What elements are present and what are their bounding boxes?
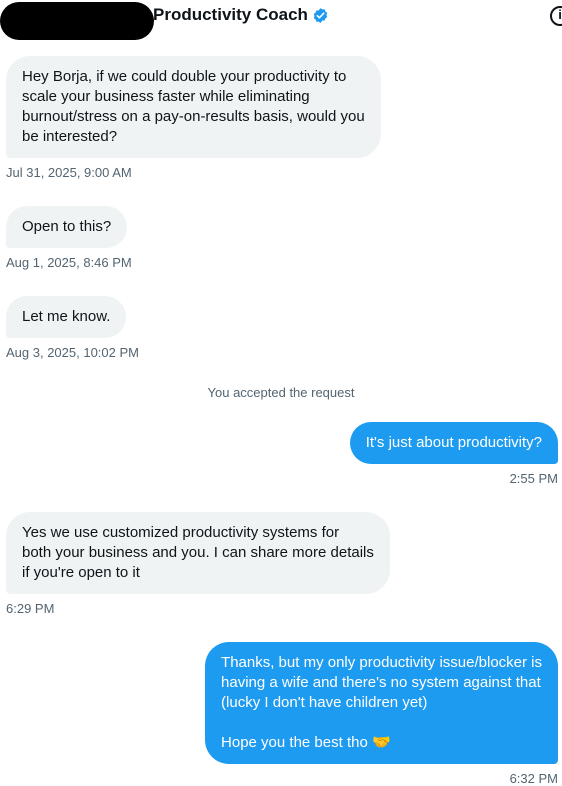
message-bubble-incoming[interactable]: Let me know. xyxy=(6,296,127,338)
message-line: Thanks, but my only productivity issue/b… xyxy=(221,654,542,671)
message-line: Yes we use customized productivity syste… xyxy=(22,524,340,541)
message-line: Hope you the best tho 🤝 xyxy=(221,734,391,751)
message-timestamp: Aug 3, 2025, 10:02 PM xyxy=(6,345,139,360)
message-line: Open to this? xyxy=(22,218,112,235)
conversation-header: Productivity Coach xyxy=(0,0,562,40)
redacted-avatar xyxy=(0,2,154,40)
message-bubble-incoming[interactable]: Open to this? xyxy=(6,206,128,248)
message-line: It's just about productivity? xyxy=(365,434,542,451)
message-line: having a wife and there's no system agai… xyxy=(221,674,541,691)
message-bubble-incoming[interactable]: Yes we use customized productivity syste… xyxy=(6,512,390,594)
message-line: both your business and you. I can share … xyxy=(22,544,374,561)
message-bubble-incoming[interactable]: Hey Borja, if we could double your produ… xyxy=(6,56,381,158)
message-bubble-outgoing[interactable]: Thanks, but my only productivity issue/b… xyxy=(205,642,558,764)
message-line: scale your business faster while elimina… xyxy=(22,88,310,105)
message-bubble-outgoing[interactable]: It's just about productivity? xyxy=(349,422,558,464)
message-line: Hey Borja, if we could double your produ… xyxy=(22,68,347,85)
contact-name[interactable]: Productivity Coach xyxy=(153,5,329,25)
message-timestamp: 2:55 PM xyxy=(509,471,558,486)
message-line: burnout/stress on a pay-on-results basis… xyxy=(22,108,365,125)
info-icon[interactable] xyxy=(550,6,562,26)
message-timestamp: Aug 1, 2025, 8:46 PM xyxy=(6,255,132,270)
message-line: if you're open to it xyxy=(22,564,140,581)
message-timestamp: Jul 31, 2025, 9:00 AM xyxy=(6,165,132,180)
message-line: Let me know. xyxy=(22,308,111,325)
verified-badge-icon xyxy=(313,7,328,23)
system-notice: You accepted the request xyxy=(207,385,355,400)
message-timestamp: 6:29 PM xyxy=(6,601,55,616)
message-timestamp: 6:32 PM xyxy=(509,771,558,786)
message-line: (lucky I don't have children yet) xyxy=(221,694,428,711)
message-line: be interested? xyxy=(22,128,118,145)
contact-name-text: Productivity Coach xyxy=(153,5,308,24)
